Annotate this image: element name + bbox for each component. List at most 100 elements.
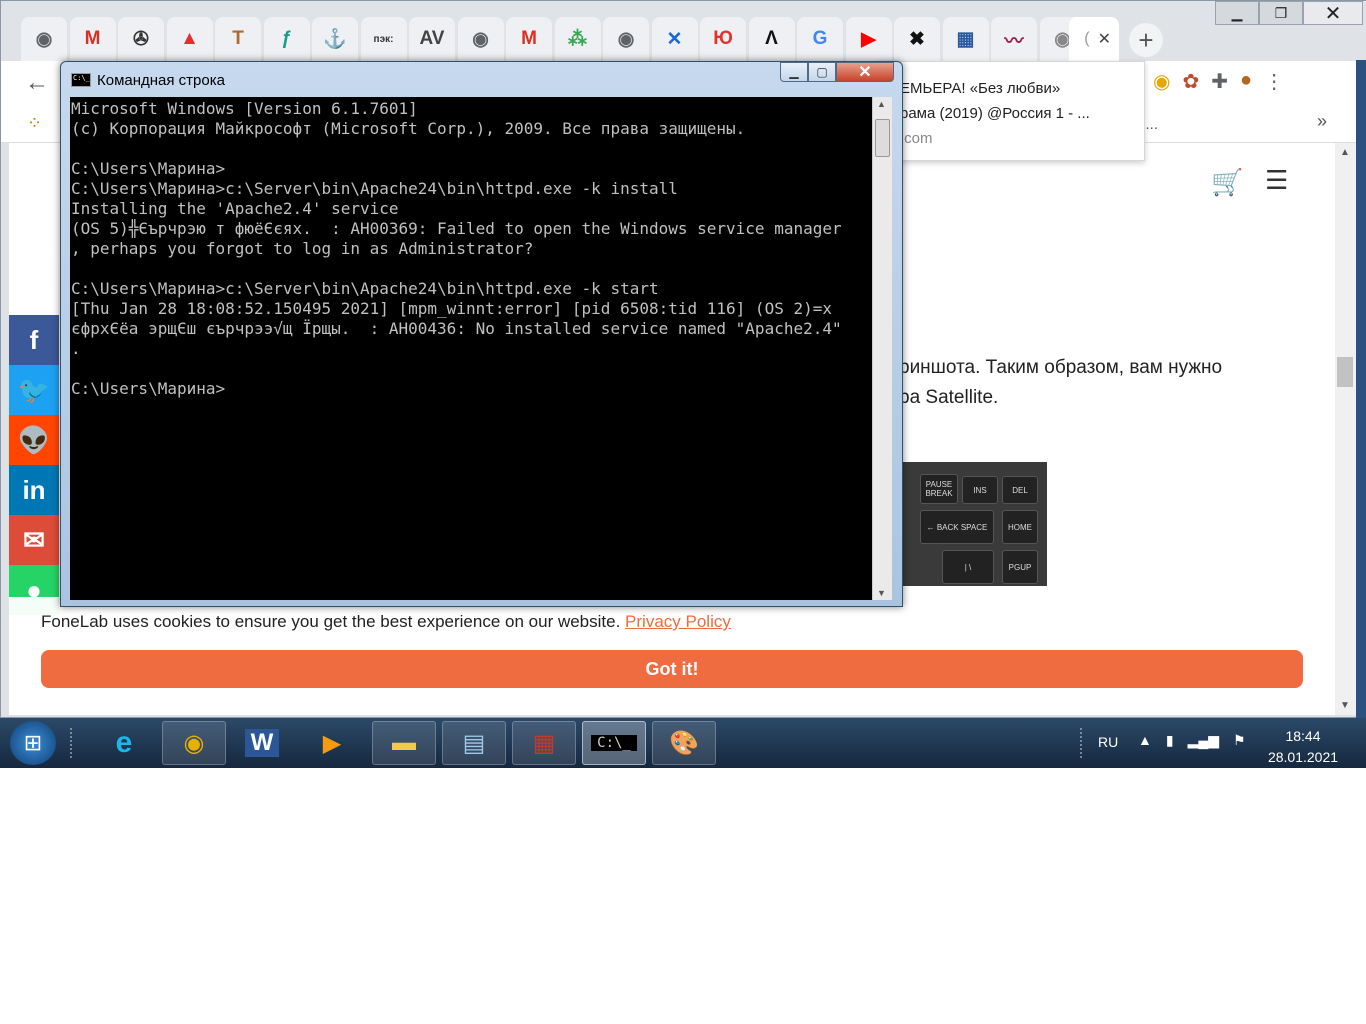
tab-globe-icon[interactable]: ◉ bbox=[457, 17, 504, 61]
extension-icons: ◉ ✿ ✚ ● ⋮ bbox=[1153, 69, 1284, 94]
twitter-button[interactable]: 🐦 bbox=[9, 365, 59, 415]
key-ins: INS bbox=[962, 476, 998, 504]
yu-icon: Ю bbox=[713, 28, 733, 49]
social-share-bar: f 🐦 👽 in ✉ ● bbox=[9, 315, 61, 615]
tab-gmail-icon[interactable]: M bbox=[69, 17, 116, 61]
kebab-menu-icon[interactable]: ⋮ bbox=[1264, 69, 1284, 94]
tab-globe-icon[interactable]: ◉ bbox=[603, 17, 649, 61]
scroll-up-icon[interactable]: ▲ bbox=[1340, 147, 1350, 158]
taskbar-paint-icon[interactable]: 🎨 bbox=[652, 721, 716, 765]
cmd-maximize-button[interactable]: ▢ bbox=[808, 62, 836, 82]
tray-icons: ▲ ▮ ▂▄▆ ⚑ bbox=[1138, 732, 1246, 749]
scroll-down-icon[interactable]: ▼ bbox=[1340, 700, 1350, 711]
cmd-scroll-down-icon[interactable]: ▼ bbox=[877, 588, 886, 598]
start-button[interactable]: ⊞ bbox=[10, 721, 56, 765]
new-tab-button[interactable]: + bbox=[1129, 23, 1163, 57]
tab-active[interactable]: ( ✕ bbox=[1069, 17, 1119, 61]
tab-pek-icon[interactable]: пэк: bbox=[360, 17, 407, 61]
console-line: [Thu Jan 28 18:08:52.150495 2021] [mpm_w… bbox=[71, 299, 832, 318]
battery-icon[interactable]: ▮ bbox=[1166, 732, 1174, 749]
got-it-button[interactable]: Got it! bbox=[41, 650, 1303, 688]
console-line: Microsoft Windows [Version 6.1.7601] bbox=[71, 99, 418, 118]
tab-dots-icon[interactable]: ⁂ bbox=[554, 17, 601, 61]
desktop-screen: ◉ M ✇ ▲ Tƒ ⚓ пэк: AV ◉ M ⁂ ◉ ✕ Ю Λ G ▶ ✖ ▦ 〰 ◉ ( ✕ + ▁ ❐ ✕ ←… bbox=[0, 0, 1366, 768]
console-line: C:\Users\Марина>c:\Server\bin\Apache24\b… bbox=[71, 279, 659, 298]
system-clock[interactable]: 18:44 28.01.2021 bbox=[1262, 726, 1344, 768]
cmd-console-output[interactable]: Microsoft Windows [Version 6.1.7601] (c) … bbox=[70, 97, 872, 600]
tab-bank-icon[interactable]: ▦ bbox=[942, 17, 989, 61]
restore-button[interactable]: ❐ bbox=[1259, 1, 1303, 25]
taskbar-chrome-icon[interactable]: ◉ bbox=[162, 721, 226, 765]
cmd-scroll-thumb[interactable] bbox=[875, 119, 890, 157]
taskbar-cmd-icon[interactable]: C:\_ bbox=[582, 721, 646, 765]
key-pause: PAUSE BREAK bbox=[920, 474, 958, 504]
console-line: (c) Корпорация Майкрософт (Microsoft Cor… bbox=[71, 119, 746, 138]
article-line: риншота. Таким образом, вам нужно bbox=[899, 357, 1223, 378]
cmd-close-button[interactable]: ✕ bbox=[836, 62, 894, 82]
menu-lines-icon[interactable]: ☰ bbox=[1265, 165, 1288, 196]
1c-extension-icon[interactable]: ◉ bbox=[1153, 69, 1170, 94]
tab-raiffeisen-icon[interactable]: ✖ bbox=[894, 17, 940, 61]
cart-icon[interactable]: 🛒 bbox=[1211, 167, 1243, 198]
taskbar-notepad-icon[interactable]: ▤ bbox=[442, 721, 506, 765]
tray-expand-icon[interactable]: ▲ bbox=[1138, 732, 1152, 749]
clock-date: 28.01.2021 bbox=[1267, 749, 1339, 765]
key-home: HOME bbox=[1002, 510, 1038, 544]
tab-av-icon[interactable]: AV bbox=[409, 17, 455, 61]
action-center-flag-icon[interactable]: ⚑ bbox=[1233, 732, 1246, 749]
tab-translate-icon[interactable]: G bbox=[797, 17, 843, 61]
bookmarks-overflow-icon[interactable]: » bbox=[1317, 111, 1327, 132]
puzzle-extensions-icon[interactable]: ✚ bbox=[1211, 69, 1228, 94]
tab-gmail-icon[interactable]: M bbox=[506, 17, 552, 61]
linkedin-button[interactable]: in bbox=[9, 465, 59, 515]
tab-script-f-icon[interactable]: ƒ bbox=[263, 17, 310, 61]
taskbar-media-icon[interactable]: ▶ bbox=[300, 721, 364, 765]
privacy-policy-link[interactable]: Privacy Policy bbox=[625, 612, 731, 631]
page-scrollbar[interactable]: ▲ ▼ bbox=[1335, 143, 1357, 715]
tab-letter-a-icon[interactable]: Λ bbox=[748, 17, 795, 61]
squirrel-extension-icon[interactable]: ✿ bbox=[1182, 69, 1199, 94]
cookie-message: FoneLab uses cookies to ensure you get t… bbox=[41, 612, 731, 632]
cmd-minimize-button[interactable]: ▁ bbox=[780, 62, 808, 82]
av-icon: AV bbox=[419, 28, 445, 49]
network-signal-icon[interactable]: ▂▄▆ bbox=[1188, 732, 1219, 749]
tab-letter-t-icon[interactable]: T bbox=[215, 17, 261, 61]
scroll-thumb[interactable] bbox=[1337, 357, 1353, 387]
suggestion-popup[interactable]: ЕМЬЕРА! «Без любви» рама (2019) @Россия … bbox=[879, 61, 1158, 161]
tab-pinwheel-icon[interactable]: ✇ bbox=[118, 17, 164, 61]
taskbar-ie-icon[interactable]: e bbox=[92, 721, 156, 765]
taskbar-explorer-icon[interactable]: ▬ bbox=[372, 721, 436, 765]
tab-chrome-icon[interactable]: ◉ bbox=[21, 17, 67, 61]
article-text: риншота. Таким образом, вам нужно ра Sat… bbox=[899, 353, 1319, 413]
cmd-scroll-up-icon[interactable]: ▲ bbox=[877, 99, 886, 109]
gmail-share-button[interactable]: ✉ bbox=[9, 515, 59, 565]
taskbar-word-icon[interactable]: W bbox=[230, 721, 294, 765]
tab-swoosh-icon[interactable]: 〰 bbox=[991, 17, 1037, 61]
dots-icon: ⁂ bbox=[568, 28, 587, 50]
reddit-button[interactable]: 👽 bbox=[9, 415, 59, 465]
facebook-button[interactable]: f bbox=[9, 315, 59, 365]
cmd-scrollbar[interactable]: ▲ ▼ bbox=[872, 97, 892, 600]
key-del: DEL bbox=[1002, 476, 1038, 504]
taskbar-winrar-icon[interactable]: ▦ bbox=[512, 721, 576, 765]
close-tab-icon[interactable]: ✕ bbox=[1098, 29, 1111, 49]
apps-grid-icon[interactable]: ⁘ bbox=[27, 113, 42, 134]
active-tab-title: ( bbox=[1084, 30, 1090, 47]
cmd-window[interactable]: C:\_ Командная строка ▁ ▢ ✕ Microsoft Wi… bbox=[60, 61, 903, 607]
language-indicator[interactable]: RU bbox=[1098, 734, 1118, 750]
key-pipe: | \ bbox=[942, 550, 994, 584]
suggestion-subtitle: рама (2019) @Россия 1 - ... bbox=[900, 105, 1090, 122]
tab-confluence-icon[interactable]: ✕ bbox=[651, 17, 698, 61]
back-arrow-icon[interactable]: ← bbox=[25, 69, 49, 97]
tab-anchor-icon[interactable]: ⚓ bbox=[312, 17, 358, 61]
tab-youtube-icon[interactable]: ▶ bbox=[845, 17, 892, 61]
minimize-button[interactable]: ▁ bbox=[1215, 1, 1259, 25]
profile-avatar[interactable]: ● bbox=[1240, 69, 1252, 94]
close-window-button[interactable]: ✕ bbox=[1303, 1, 1363, 25]
tab-yu-icon[interactable]: Ю bbox=[700, 17, 746, 61]
swoosh-icon: 〰 bbox=[1004, 30, 1024, 52]
chrome-icon: ◉ bbox=[35, 28, 53, 50]
tab-triangle-logo-icon[interactable]: ▲ bbox=[166, 17, 213, 61]
